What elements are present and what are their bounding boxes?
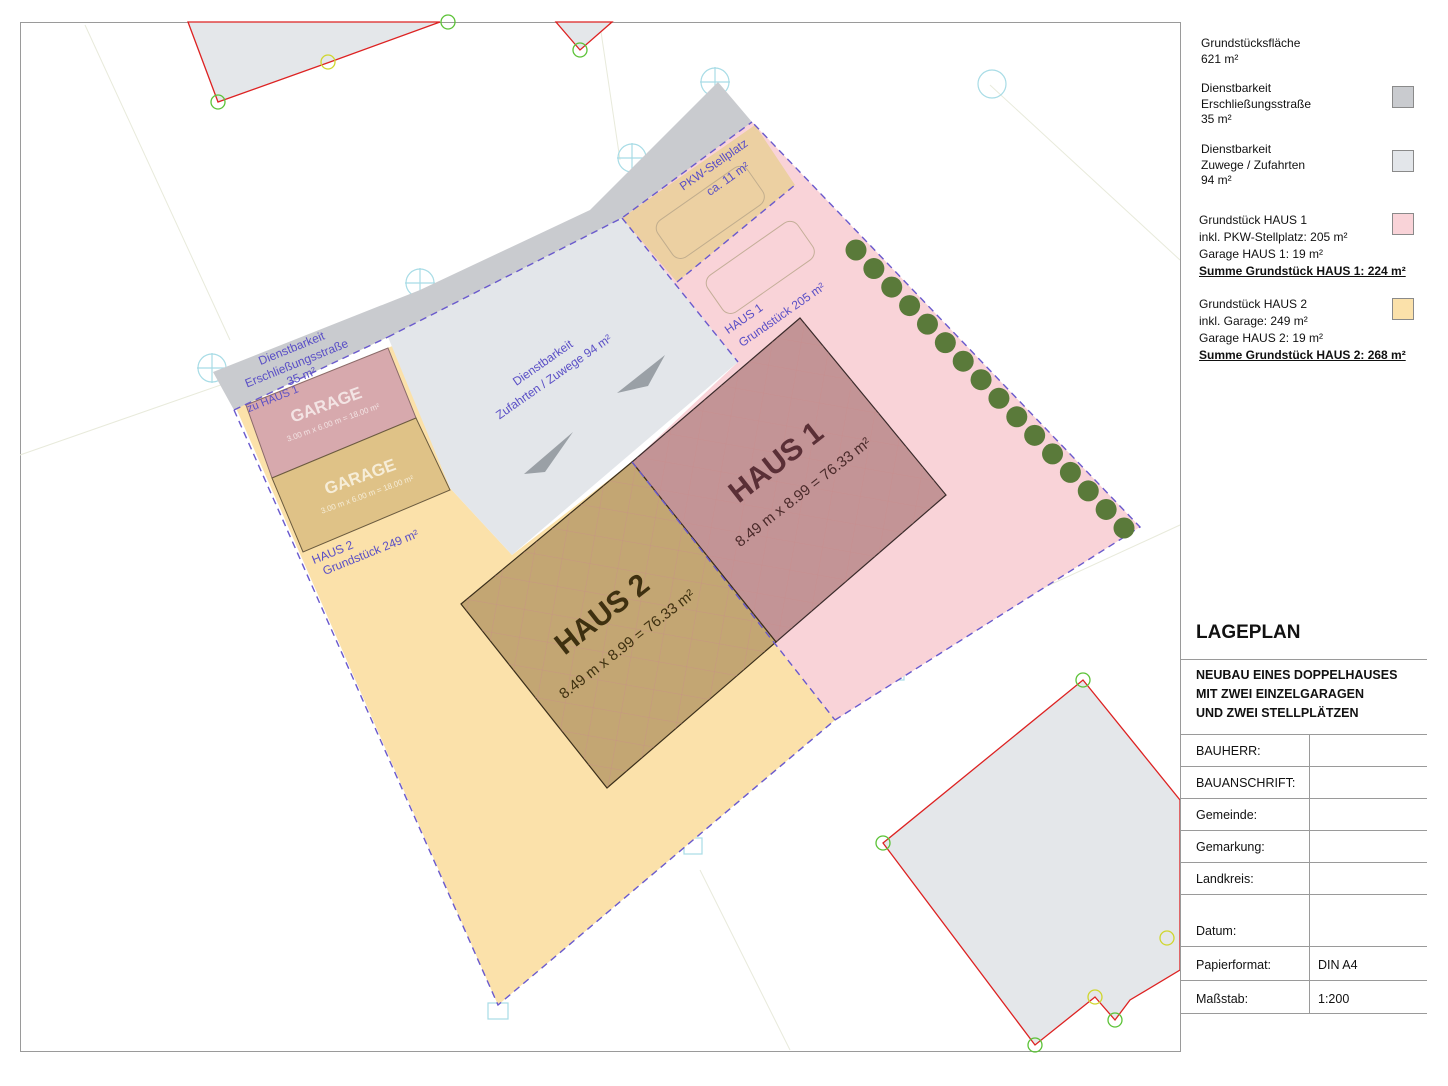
tree-icon [1113, 517, 1135, 539]
field-datum: Datum: [1181, 894, 1427, 946]
tree-icon [899, 295, 921, 317]
tree-icon [845, 239, 867, 261]
page-title: LAGEPLAN [1196, 622, 1301, 643]
tree-icon [1042, 443, 1064, 465]
tree-icon [952, 350, 974, 372]
field-massstab: Maßstab: 1:200 [1181, 980, 1427, 1014]
legend-access: Dienstbarkeit Zuwege / Zufahrten 94 m² [1201, 142, 1306, 187]
field-bauherr: BAUHERR: [1181, 734, 1427, 766]
legend-road-swatch [1392, 86, 1414, 108]
tree-icon [1077, 480, 1099, 502]
legend-haus2: Grundstück HAUS 2 inkl. Garage: 249 m² G… [1199, 297, 1406, 362]
legend-panel: Grundstücksfläche 621 m² Dienstbarkeit E… [1180, 22, 1427, 1052]
tree-icon [1006, 406, 1028, 428]
legend-haus1: Grundstück HAUS 1 inkl. PKW-Stellplatz: … [1199, 213, 1406, 278]
legend-haus2-swatch [1392, 298, 1414, 320]
field-papierformat: Papierformat: DIN A4 [1181, 946, 1427, 980]
field-landkreis: Landkreis: [1181, 862, 1427, 894]
tree-icon [881, 276, 903, 298]
legend-haus1-swatch [1392, 213, 1414, 235]
tree-icon [970, 369, 992, 391]
field-gemarkung: Gemarkung: [1181, 830, 1427, 862]
tree-icon [1095, 498, 1117, 520]
tree-icon [988, 387, 1010, 409]
tree-icon [1024, 424, 1046, 446]
tree-icon [916, 313, 938, 335]
legend-access-swatch [1392, 150, 1414, 172]
field-gemeinde: Gemeinde: [1181, 798, 1427, 830]
field-bauanschrift: BAUANSCHRIFT: [1181, 766, 1427, 798]
tree-icon [934, 332, 956, 354]
tree-icon [1059, 461, 1081, 483]
project-title: NEUBAU EINES DOPPELHAUSES MIT ZWEI EINZE… [1181, 659, 1427, 733]
legend-road: Dienstbarkeit Erschließungsstraße 35 m² [1201, 81, 1312, 126]
legend-area: Grundstücksfläche 621 m² [1201, 36, 1301, 66]
tree-icon [863, 258, 885, 280]
